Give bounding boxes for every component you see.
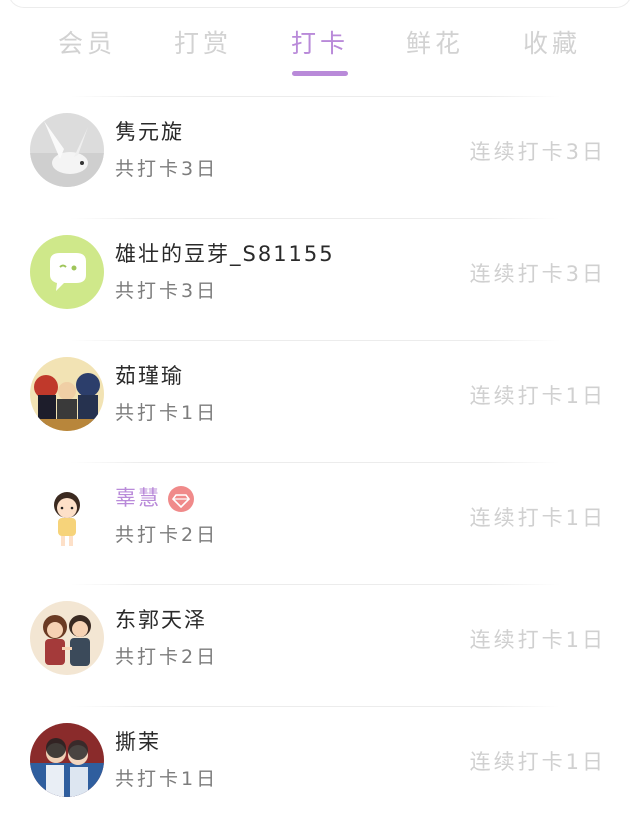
- divider: [70, 462, 560, 463]
- top-card-edge: [0, 0, 640, 10]
- green-chat-bubble-avatar-icon: [30, 235, 104, 309]
- tab-rewards[interactable]: 打赏: [148, 22, 258, 78]
- streak-checkins: 连续打卡1日: [469, 384, 606, 408]
- avatar[interactable]: [30, 723, 104, 797]
- user-name[interactable]: 隽元旋: [115, 116, 184, 146]
- divider: [70, 706, 560, 707]
- tab-checkin[interactable]: 打卡: [265, 22, 375, 78]
- diamond-icon: [168, 486, 194, 512]
- user-name[interactable]: 茹瑾瑜: [115, 360, 184, 390]
- total-checkins: 共打卡1日: [115, 402, 219, 424]
- divider: [70, 584, 560, 585]
- list-item[interactable]: 雄壮的豆芽_S81155 共打卡3日 连续打卡3日: [0, 218, 640, 340]
- user-name[interactable]: 辜慧: [115, 482, 161, 512]
- tab-favorites[interactable]: 收藏: [497, 22, 607, 78]
- cartoon-girl-avatar-icon: [30, 479, 104, 553]
- streak-checkins: 连续打卡1日: [469, 750, 606, 774]
- user-name[interactable]: 雄壮的豆芽_S81155: [115, 238, 335, 268]
- user-name[interactable]: 东郭天泽: [115, 604, 207, 634]
- avatar[interactable]: [30, 113, 104, 187]
- avatar[interactable]: [30, 479, 104, 553]
- streak-checkins: 连续打卡1日: [469, 628, 606, 652]
- divider: [70, 96, 560, 97]
- user-name[interactable]: 撕茉: [115, 726, 161, 756]
- streak-checkins: 连续打卡1日: [469, 506, 606, 530]
- avatar[interactable]: [30, 357, 104, 431]
- total-checkins: 共打卡1日: [115, 768, 219, 790]
- list-item[interactable]: 东郭天泽 共打卡2日 连续打卡1日: [0, 584, 640, 706]
- list-item[interactable]: 茹瑾瑜 共打卡1日 连续打卡1日: [0, 340, 640, 462]
- streak-checkins: 连续打卡3日: [469, 262, 606, 286]
- streak-checkins: 连续打卡3日: [469, 140, 606, 164]
- photo-people-avatar-icon: [30, 723, 104, 797]
- white-bird-avatar-icon: [30, 113, 104, 187]
- total-checkins: 共打卡2日: [115, 646, 219, 668]
- list-item[interactable]: 隽元旋 共打卡3日 连续打卡3日: [0, 96, 640, 218]
- tab-bar: 会员 打赏 打卡 鲜花 收藏: [0, 22, 640, 82]
- total-checkins: 共打卡3日: [115, 158, 219, 180]
- tab-flowers[interactable]: 鲜花: [380, 22, 490, 78]
- total-checkins: 共打卡3日: [115, 280, 219, 302]
- divider: [70, 218, 560, 219]
- cartoon-couple-avatar-icon: [30, 601, 104, 675]
- avatar[interactable]: [30, 601, 104, 675]
- list-item[interactable]: 辜慧 共打卡2日 连续打卡1日: [0, 462, 640, 584]
- tab-members[interactable]: 会员: [32, 22, 142, 78]
- total-checkins: 共打卡2日: [115, 524, 219, 546]
- checkin-list: 隽元旋 共打卡3日 连续打卡3日 雄壮的豆芽_S81155 共打卡3日 连续打卡…: [0, 96, 640, 828]
- divider: [70, 340, 560, 341]
- avatar[interactable]: [30, 235, 104, 309]
- list-item[interactable]: 撕茉 共打卡1日 连续打卡1日: [0, 706, 640, 828]
- opera-figures-avatar-icon: [30, 357, 104, 431]
- active-tab-indicator: [292, 71, 348, 76]
